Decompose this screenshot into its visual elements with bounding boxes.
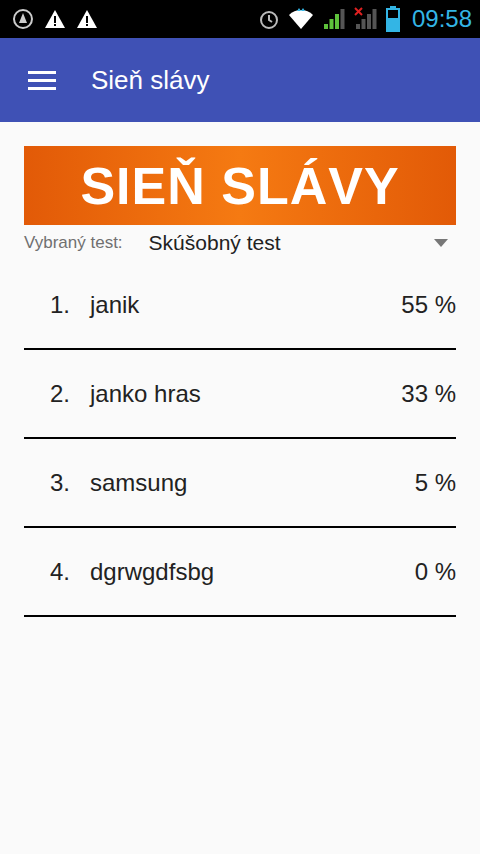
leaderboard-row: 3.samsung5 % xyxy=(24,439,456,528)
alarm-icon xyxy=(258,8,280,30)
score: 55 % xyxy=(393,291,456,319)
app-notification-icon xyxy=(12,8,34,30)
dropdown-arrow-icon[interactable] xyxy=(434,239,448,247)
status-bar: 09:58 xyxy=(0,0,480,38)
leaderboard: 1.janik55 %2.janko hras33 %3.samsung5 %4… xyxy=(24,261,456,617)
app-title: Sieň slávy xyxy=(91,65,210,96)
rank: 3. xyxy=(24,469,90,497)
score: 5 % xyxy=(407,469,456,497)
app-bar: Sieň slávy xyxy=(0,38,480,122)
player-name: samsung xyxy=(90,469,407,497)
score: 33 % xyxy=(393,380,456,408)
menu-icon[interactable] xyxy=(28,69,56,91)
battery-icon xyxy=(386,6,400,32)
score: 0 % xyxy=(407,558,456,586)
wifi-icon xyxy=(288,8,314,30)
leaderboard-row: 4.dgrwgdfsbg0 % xyxy=(24,528,456,617)
warning-icon xyxy=(76,9,98,29)
player-name: dgrwgdfsbg xyxy=(90,558,407,586)
warning-icon xyxy=(44,9,66,29)
select-value[interactable]: Skúšobný test xyxy=(149,231,408,255)
notification-icons xyxy=(12,8,98,30)
select-label: Vybraný test: xyxy=(24,233,123,253)
rank: 4. xyxy=(24,558,90,586)
signal-icon xyxy=(322,7,346,31)
clock: 09:58 xyxy=(412,5,472,33)
signal-icon xyxy=(354,7,378,31)
system-icons: 09:58 xyxy=(258,5,472,33)
banner-text: SIEŇ SLÁVY xyxy=(80,160,399,212)
test-select[interactable]: Vybraný test: Skúšobný test xyxy=(24,225,456,261)
banner: SIEŇ SLÁVY xyxy=(24,146,456,225)
player-name: janik xyxy=(90,291,393,319)
player-name: janko hras xyxy=(90,380,393,408)
leaderboard-row: 1.janik55 % xyxy=(24,261,456,350)
leaderboard-row: 2.janko hras33 % xyxy=(24,350,456,439)
content: SIEŇ SLÁVYVybraný test:Skúšobný test1.ja… xyxy=(0,122,480,617)
rank: 2. xyxy=(24,380,90,408)
screen: 09:58 Sieň slávy SIEŇ SLÁVY Vybraný test: Sk… xyxy=(0,0,480,854)
rank: 1. xyxy=(24,291,90,319)
